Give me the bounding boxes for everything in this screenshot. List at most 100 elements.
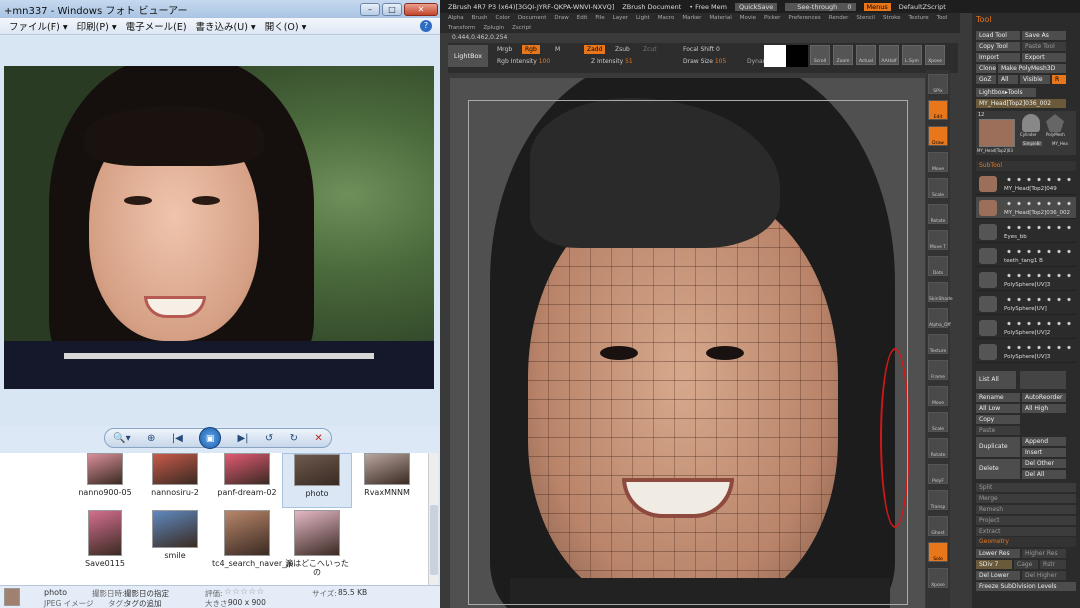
subtool-item[interactable]: PolySphere[UV]3 (976, 341, 1076, 363)
subtool-toggles[interactable] (1004, 200, 1074, 207)
menu-texture[interactable]: Texture (909, 15, 929, 21)
clone-button[interactable]: Clone (976, 64, 996, 73)
tool-thumb-myhead-label[interactable]: MY_Hea (1052, 141, 1068, 146)
scrollbar-thumb[interactable] (430, 505, 438, 575)
subtool-item[interactable]: teeth_tang1 B (976, 245, 1076, 267)
subtool-item[interactable]: PolySphere[UV] (976, 293, 1076, 315)
scroll-icon[interactable]: Scroll (810, 45, 830, 65)
menu-preferences[interactable]: Preferences (788, 15, 820, 21)
subtool-toggles[interactable] (1004, 224, 1074, 231)
menu-stroke[interactable]: Stroke (883, 15, 901, 21)
main-color-swatch[interactable] (764, 45, 786, 67)
shelf-spix-button[interactable]: SPix (928, 74, 948, 94)
save-as-button[interactable]: Save As (1022, 31, 1066, 40)
menu-picker[interactable]: Picker (764, 15, 780, 21)
shelf-rotate-button[interactable]: Rotate (928, 438, 948, 458)
shelf-draw-button[interactable]: Draw (928, 126, 948, 146)
thumbnail-item[interactable]: photo (282, 453, 352, 508)
lsym-icon[interactable]: L.Sym (902, 45, 922, 65)
shelf-edit-button[interactable]: Edit (928, 100, 948, 120)
higher-res-button[interactable]: Higher Res (1022, 549, 1066, 558)
mrgb-button[interactable]: Mrgb (494, 45, 515, 54)
draw-size-slider[interactable]: Draw Size 105 (680, 57, 729, 66)
photo-viewer-titlebar[interactable]: +mn337 - Windows フォト ビューアー – □ ✕ (0, 0, 440, 18)
all-low-button[interactable]: All Low (976, 404, 1020, 413)
m-button[interactable]: M (552, 45, 563, 54)
extract-button[interactable]: Extract (976, 527, 1076, 536)
thumbnail-item[interactable]: smile (140, 508, 210, 563)
previous-button[interactable]: |◀ (172, 433, 183, 444)
menu-macro[interactable]: Macro (658, 15, 675, 21)
menu-render[interactable]: Render (829, 15, 849, 21)
insert-button[interactable]: Insert (1022, 448, 1066, 457)
subtool-toggles[interactable] (1004, 296, 1074, 303)
export-button[interactable]: Export (1022, 53, 1066, 62)
rstr-button[interactable]: Rstr (1040, 560, 1066, 569)
thumbnail-item[interactable]: 涙はどこへいったの (282, 508, 352, 577)
help-icon[interactable]: ? (420, 20, 432, 32)
rotate-right-icon[interactable]: ↻ (290, 433, 298, 444)
thumbnail-item[interactable]: nanno900-05 (70, 453, 140, 508)
thumbnail-item[interactable]: RvaxMNNM (352, 453, 422, 508)
shelf-scale-button[interactable]: Scale (928, 178, 948, 198)
subtool-toggles[interactable] (1004, 176, 1074, 183)
close-button[interactable]: ✕ (404, 2, 438, 16)
current-tool-slider[interactable]: MY_Head[Top2]036_002 (976, 99, 1066, 108)
freeze-subdiv-button[interactable]: Freeze SubDivision Levels (976, 582, 1076, 591)
zsub-button[interactable]: Zsub (612, 45, 633, 54)
viewport-canvas[interactable] (450, 78, 925, 608)
remesh-button[interactable]: Remesh (976, 505, 1076, 514)
rotate-left-icon[interactable]: ↺ (265, 433, 273, 444)
tool-thumb-cylinder[interactable] (1022, 114, 1040, 132)
menu-layer[interactable]: Layer (613, 15, 628, 21)
default-zscript-button[interactable]: DefaultZScript (899, 3, 946, 11)
menu-stencil[interactable]: Stencil (856, 15, 875, 21)
shelf-skinshade-button[interactable]: SkinShade (928, 282, 953, 302)
lower-res-button[interactable]: Lower Res (976, 549, 1020, 558)
rgb-button[interactable]: Rgb (522, 45, 540, 54)
subtool-item[interactable]: PolySphere[UV]2 (976, 317, 1076, 339)
shelf-solo-button[interactable]: Solo (928, 542, 948, 562)
shelf-move-button[interactable]: Move (928, 152, 948, 172)
menu-brush[interactable]: Brush (472, 15, 488, 21)
menu-file[interactable]: ファイル(F) ▾ (9, 19, 68, 33)
menu-material[interactable]: Material (709, 15, 731, 21)
shelf-frame-button[interactable]: Frame (928, 360, 948, 380)
minimize-button[interactable]: – (360, 2, 380, 16)
subtool-toggles[interactable] (1004, 272, 1074, 279)
lightbox-tools-button[interactable]: Lightbox▸Tools (976, 88, 1036, 97)
menu-print[interactable]: 印刷(P) ▾ (77, 19, 117, 33)
thumbnail-scrollbar[interactable] (428, 453, 438, 585)
subtool-toggles[interactable] (1004, 344, 1074, 351)
menu-color[interactable]: Color (496, 15, 510, 21)
next-button[interactable]: ▶| (237, 433, 248, 444)
menus-toggle[interactable]: Menus (863, 2, 891, 11)
subtool-item[interactable]: Eyes_bb (976, 221, 1076, 243)
shelf-xpose-button[interactable]: Xpose (928, 568, 948, 588)
subtool-item[interactable]: MY_Head[Top2]036_002 (976, 197, 1076, 219)
thumbnail-item[interactable]: tc4_search_naver_jp (212, 508, 293, 568)
cage-button[interactable]: Cage (1014, 560, 1038, 569)
shelf-polyf-button[interactable]: PolyF (928, 464, 948, 484)
del-higher-button[interactable]: Del Higher (1022, 571, 1066, 580)
import-button[interactable]: Import (976, 53, 1020, 62)
geometry-section-header[interactable]: Geometry (976, 537, 1076, 547)
subtool-item[interactable]: PolySphere[UV]3 (976, 269, 1076, 291)
thumbnail-item[interactable]: nannosiru-2 (140, 453, 210, 508)
subtool-arrows[interactable] (1020, 371, 1066, 389)
quicksave-button[interactable]: QuickSave (734, 2, 778, 11)
sdiv-slider[interactable]: SDiv 7 (976, 560, 1012, 569)
subtool-item[interactable]: MY_Head[Top2]049 (976, 173, 1076, 195)
copy-button[interactable]: Copy (976, 415, 1020, 424)
zcut-button[interactable]: Zcut (640, 45, 660, 54)
make-polymesh-button[interactable]: Make PolyMesh3D (998, 64, 1066, 73)
rename-button[interactable]: Rename (976, 393, 1020, 402)
zoom-icon[interactable]: Zoom (833, 45, 853, 65)
copy-tool-button[interactable]: Copy Tool (976, 42, 1020, 51)
tag-value[interactable]: タグの追加 (124, 598, 162, 608)
del-all-button[interactable]: Del All (1022, 470, 1066, 479)
fit-window-icon[interactable]: ⊕ (147, 433, 155, 444)
list-all-button[interactable]: List All (976, 371, 1016, 389)
goz-button[interactable]: GoZ (976, 75, 996, 84)
shelf-rotate-button[interactable]: Rotate (928, 204, 948, 224)
